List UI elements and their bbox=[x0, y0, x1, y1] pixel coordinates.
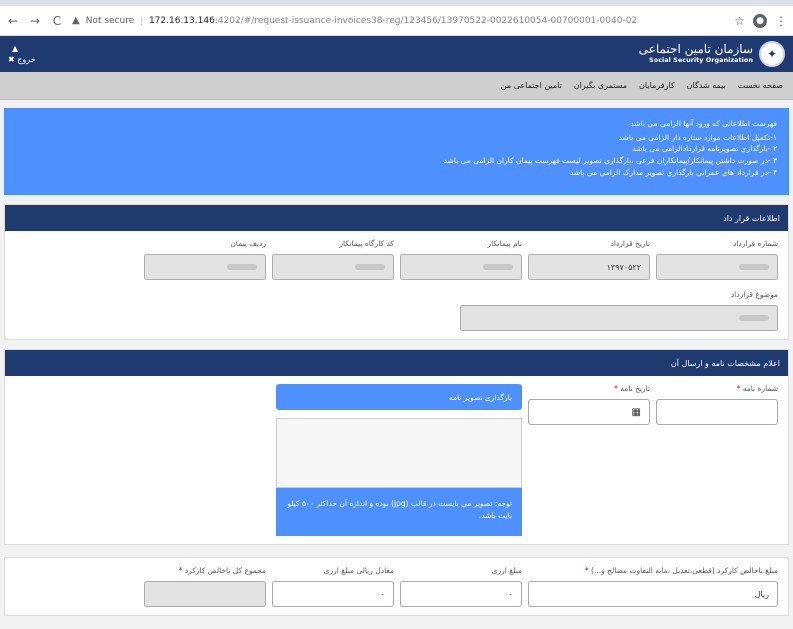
menu-icon[interactable]: ⋮ bbox=[775, 14, 787, 28]
contract-number-field bbox=[656, 254, 778, 280]
org-name-en: Social Security Organization bbox=[649, 56, 753, 65]
nav-item-pensioners[interactable]: مستمری بگیران bbox=[574, 81, 627, 90]
total-gross-label: مجموع کل ناخالص کارکرد bbox=[184, 566, 266, 575]
gross-amount-input[interactable]: ریال bbox=[528, 581, 778, 607]
amounts-panel: مبلغ ناخالص کارکرد (قطعی،تعدیل ،مابه الت… bbox=[4, 557, 789, 616]
warning-icon: ▲ bbox=[72, 15, 80, 26]
workshop-code-label: کد کارگاه پیمانکار bbox=[339, 239, 394, 248]
letter-number-input[interactable] bbox=[656, 399, 778, 425]
user-icon[interactable]: ▲ bbox=[12, 44, 18, 53]
nav-item-employers[interactable]: کارفرمایان bbox=[639, 81, 675, 90]
currency-amount-input[interactable]: ۰ bbox=[400, 581, 522, 607]
upload-note: توجه: تصویر می بایست در قالب (jpg) بوده … bbox=[276, 488, 522, 536]
reload-icon[interactable]: C bbox=[50, 14, 64, 28]
url-text: 172.16.13.146:4202/#/request-issuance-in… bbox=[148, 15, 638, 26]
requirements-info: فهرست اطلاعاتی که ورود آنها الزامی می با… bbox=[4, 108, 789, 195]
rial-equivalent-label: معادل ریالی مبلغ ارزی bbox=[323, 566, 394, 575]
org-name-fa: سازمان تامین اجتماعی bbox=[638, 42, 753, 57]
org-logo[interactable]: سازمان تامین اجتماعی Social Security Org… bbox=[639, 41, 785, 67]
letter-image-preview bbox=[276, 418, 522, 488]
security-label: Not secure bbox=[85, 15, 135, 26]
address-bar[interactable]: ▲ Not secure | 172.16.13.146:4202/#/requ… bbox=[72, 10, 726, 32]
contract-subject-label: موضوع قرارداد bbox=[730, 290, 778, 299]
rial-equivalent-input[interactable]: ۰ bbox=[272, 581, 394, 607]
gross-amount-label: مبلغ ناخالص کارکرد (قطعی،تعدیل ،مابه الت… bbox=[591, 566, 778, 575]
contract-panel-title: اطلاعات قرار داد bbox=[5, 205, 788, 231]
browser-toolbar: ← → C ▲ Not secure | 172.16.13.146:4202/… bbox=[0, 6, 793, 36]
logout-button[interactable]: ✖ خروج bbox=[8, 55, 36, 64]
main-nav: صفحه نخست بیمه شدگان کارفرمایان مستمری ب… bbox=[0, 72, 793, 100]
nav-item-my-ssa[interactable]: تامین اجتماعی من bbox=[501, 81, 562, 90]
star-icon[interactable]: ☆ bbox=[734, 14, 745, 28]
letter-number-label: شماره نامه bbox=[742, 384, 778, 393]
letter-date-input[interactable]: ▦ bbox=[528, 399, 650, 425]
contract-number-label: شماره قرارداد bbox=[732, 239, 778, 248]
org-seal-icon: ✦ bbox=[759, 41, 785, 67]
workshop-code-field bbox=[272, 254, 394, 280]
contract-panel: اطلاعات قرار داد شماره قرارداد تاریخ قرا… bbox=[4, 204, 789, 340]
total-gross-field bbox=[144, 581, 266, 607]
contractor-name-label: نام پیمانکار bbox=[487, 239, 522, 248]
calendar-icon[interactable]: ▦ bbox=[632, 407, 641, 418]
currency-amount-label: مبلغ ارزی bbox=[491, 566, 522, 575]
account-icon[interactable]: ● bbox=[753, 13, 767, 28]
contract-subject-field bbox=[460, 305, 778, 331]
letter-panel-title: اعلام مشخصات نامه و ارسال آن bbox=[5, 350, 788, 376]
nav-item-insured[interactable]: بیمه شدگان bbox=[687, 81, 726, 90]
forward-icon[interactable]: → bbox=[28, 14, 42, 28]
letter-panel: اعلام مشخصات نامه و ارسال آن شماره نامه … bbox=[4, 349, 789, 545]
site-header: ▲ ✖ خروج سازمان تامین اجتماعی Social Sec… bbox=[0, 36, 793, 72]
contract-row-field bbox=[144, 254, 266, 280]
contractor-name-field bbox=[400, 254, 522, 280]
nav-item-home[interactable]: صفحه نخست bbox=[738, 81, 783, 90]
contract-row-label: ردیف پیمان bbox=[230, 239, 266, 248]
contract-date-field: ۱۳۹۷۰۵۲۲ bbox=[528, 254, 650, 280]
contract-date-label: تاریخ قرارداد bbox=[610, 239, 651, 248]
back-icon[interactable]: ← bbox=[6, 14, 20, 28]
letter-date-label: تاریخ نامه bbox=[620, 384, 650, 393]
upload-letter-button[interactable]: بارگذاری تصویر نامه bbox=[276, 384, 522, 410]
